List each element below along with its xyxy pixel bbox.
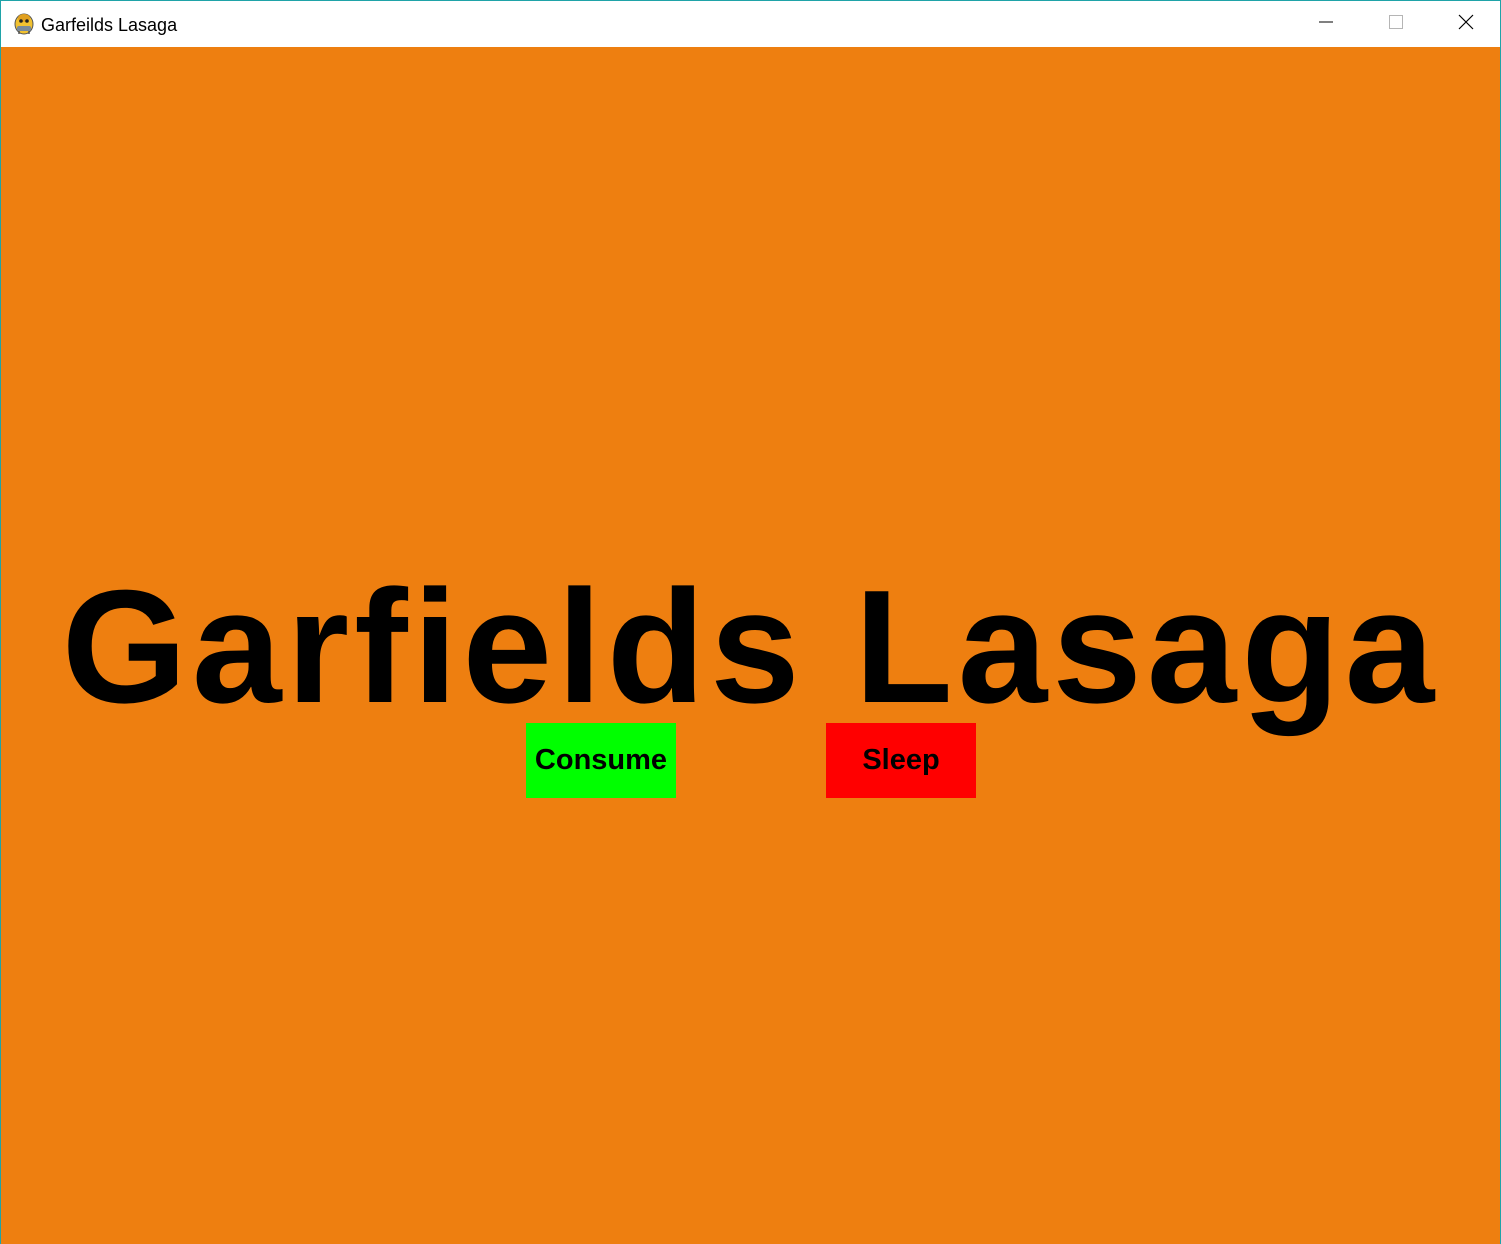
close-icon	[1458, 14, 1474, 35]
game-title: Garfields Lasaga	[61, 557, 1440, 737]
maximize-button[interactable]	[1361, 1, 1431, 47]
window-title: Garfeilds Lasaga	[41, 15, 178, 35]
title-bar[interactable]: Garfeilds Lasaga	[1, 1, 1500, 47]
consume-button[interactable]: Consume	[526, 723, 676, 798]
minimize-icon	[1318, 14, 1334, 35]
app-window: Garfeilds Lasaga Garfields Lasaga Consum…	[0, 0, 1501, 1244]
sleep-button[interactable]: Sleep	[826, 723, 976, 798]
consume-button-label: Consume	[534, 744, 668, 776]
maximize-icon	[1388, 14, 1404, 35]
close-button[interactable]	[1431, 1, 1501, 47]
sleep-button-label: Sleep	[862, 744, 940, 776]
app-icon	[13, 12, 35, 36]
game-canvas: Garfields Lasaga Consume Sleep	[1, 47, 1500, 1244]
minimize-button[interactable]	[1291, 1, 1361, 47]
